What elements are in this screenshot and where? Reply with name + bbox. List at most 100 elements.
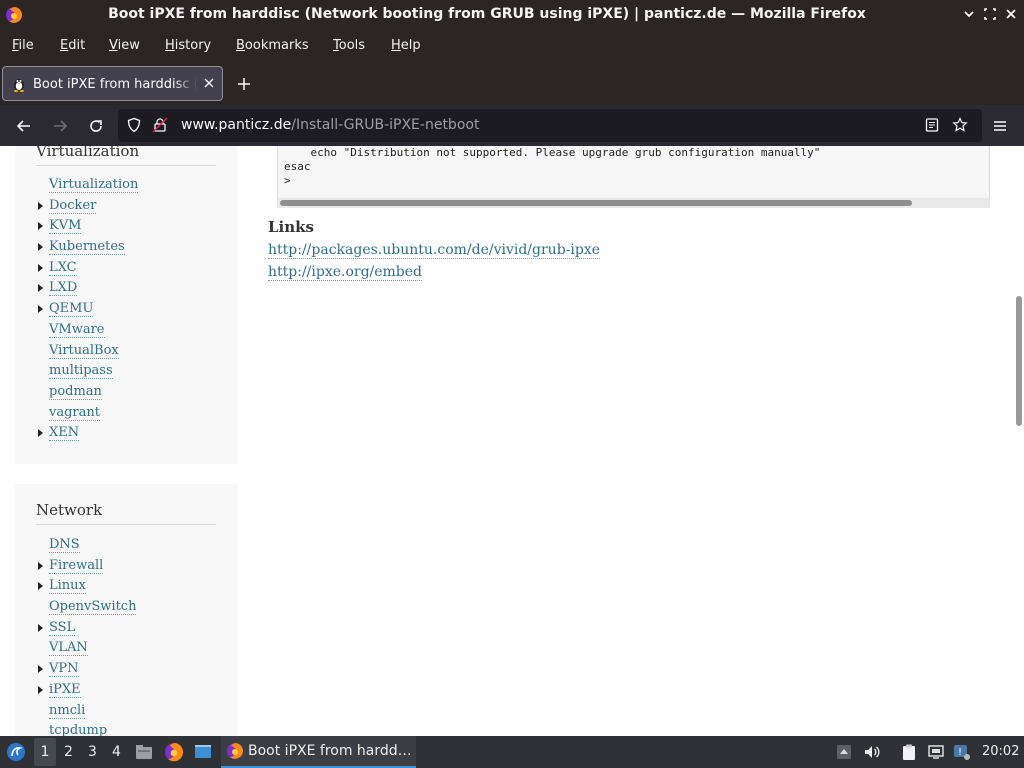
- workspace-4[interactable]: 4: [112, 744, 121, 760]
- sidebar-item-label[interactable]: Linux: [49, 578, 86, 595]
- expand-arrow-icon[interactable]: [38, 665, 43, 674]
- expand-arrow-icon[interactable]: [38, 222, 43, 231]
- reload-icon[interactable]: [87, 117, 105, 135]
- sidebar-item-label[interactable]: Kubernetes: [49, 239, 125, 256]
- sidebar-item-label[interactable]: LXD: [49, 280, 78, 297]
- network-icon[interactable]: [927, 743, 945, 761]
- tray-expand-icon[interactable]: [835, 743, 853, 761]
- sidebar-item-label[interactable]: DNS: [49, 537, 80, 553]
- sidebar-item-linux[interactable]: Linux: [15, 578, 238, 599]
- sidebar-item-label[interactable]: Docker: [49, 197, 97, 214]
- sidebar-item-label[interactable]: VPN: [49, 661, 79, 678]
- start-menu-icon[interactable]: [6, 742, 26, 762]
- expand-arrow-icon[interactable]: [38, 623, 43, 632]
- sidebar-item-firewall[interactable]: Firewall: [15, 557, 238, 579]
- bookmark-star-icon[interactable]: [952, 117, 968, 133]
- sidebar-item-nmcli[interactable]: nmcli: [15, 702, 238, 724]
- sidebar-item-label[interactable]: multipass: [49, 363, 113, 380]
- hamburger-menu-icon[interactable]: [991, 117, 1009, 135]
- menu-bookmarks[interactable]: Bookmarks: [236, 38, 309, 53]
- notification-icon[interactable]: !: [953, 743, 971, 761]
- window-titlebar[interactable]: Boot iPXE from harddisc (Network booting…: [0, 0, 1024, 30]
- sidebar-item-virtualization[interactable]: Virtualization: [15, 177, 238, 198]
- close-tab-icon[interactable]: [202, 76, 216, 90]
- code-horizontal-scrollbar[interactable]: [277, 198, 990, 208]
- expand-arrow-icon[interactable]: [38, 582, 43, 591]
- sidebar-item-label[interactable]: KVM: [49, 218, 82, 235]
- maximize-icon[interactable]: [983, 7, 997, 21]
- sidebar-item-label[interactable]: tcpdump: [49, 723, 108, 736]
- menu-view[interactable]: View: [109, 38, 140, 53]
- sidebar-item-qemu[interactable]: QEMU: [15, 301, 238, 322]
- taskbar-window-firefox[interactable]: Boot iPXE from hardd…: [221, 736, 416, 768]
- sidebar-item-docker[interactable]: Docker: [15, 197, 238, 219]
- sidebar-item-xen[interactable]: XEN: [15, 425, 238, 446]
- sidebar-item-virtualbox[interactable]: VirtualBox: [15, 342, 238, 364]
- sidebar-item-label[interactable]: VLAN: [49, 640, 88, 657]
- scrollbar-thumb[interactable]: [280, 200, 912, 206]
- expand-arrow-icon[interactable]: [38, 429, 43, 438]
- sidebar-item-label[interactable]: LXC: [49, 259, 77, 276]
- sidebar-item-lxd[interactable]: LXD: [15, 280, 238, 301]
- sidebar-item-label[interactable]: XEN: [49, 425, 80, 442]
- volume-icon[interactable]: [863, 743, 881, 761]
- sidebar-item-tcpdump[interactable]: tcpdump: [15, 723, 238, 736]
- expand-arrow-icon[interactable]: [38, 201, 43, 210]
- shield-icon[interactable]: [126, 117, 142, 133]
- sidebar-item-vmware[interactable]: VMware: [15, 321, 238, 343]
- address-bar[interactable]: www.panticz.de/Install-GRUB-iPXE-netboot: [118, 109, 982, 142]
- sidebar-item-vpn[interactable]: VPN: [15, 661, 238, 682]
- expand-arrow-icon[interactable]: [38, 263, 43, 272]
- page-content[interactable]: Virtualization Virtualization Docker KVM Ku…: [0, 146, 1024, 736]
- firefox-launcher-icon[interactable]: [164, 742, 184, 762]
- back-icon[interactable]: [15, 117, 33, 135]
- sidebar-item-multipass[interactable]: multipass: [15, 363, 238, 384]
- sidebar-item-label[interactable]: SSL: [49, 619, 76, 636]
- workspace-3[interactable]: 3: [88, 744, 97, 760]
- expand-arrow-icon[interactable]: [38, 305, 43, 314]
- reader-view-icon[interactable]: [924, 117, 940, 133]
- file-manager-icon[interactable]: [134, 742, 154, 762]
- sidebar-item-ipxe[interactable]: iPXE: [15, 681, 238, 703]
- workspace-2[interactable]: 2: [64, 744, 73, 760]
- menu-history[interactable]: History: [165, 38, 211, 53]
- sidebar-item-dns[interactable]: DNS: [15, 537, 238, 558]
- workspace-1[interactable]: 1: [34, 738, 56, 766]
- link-ipxe-embed[interactable]: http://ipxe.org/embed: [268, 264, 423, 281]
- sidebar-item-label[interactable]: VMware: [49, 321, 105, 338]
- tab-active[interactable]: Boot iPXE from harddisc (Network booting…: [2, 66, 223, 101]
- expand-arrow-icon[interactable]: [38, 243, 43, 252]
- sidebar-item-openvswitch[interactable]: OpenvSwitch: [15, 599, 238, 620]
- minimize-icon[interactable]: [962, 7, 976, 21]
- sidebar-item-vlan[interactable]: VLAN: [15, 640, 238, 661]
- menu-edit[interactable]: Edit: [60, 38, 85, 53]
- page-vertical-scrollbar[interactable]: [1016, 296, 1022, 426]
- sidebar-item-label[interactable]: Virtualization: [49, 177, 139, 193]
- clipboard-icon[interactable]: [900, 743, 918, 761]
- sidebar-item-vagrant[interactable]: vagrant: [15, 404, 238, 426]
- sidebar-item-label[interactable]: iPXE: [49, 681, 81, 698]
- sidebar-item-label[interactable]: vagrant: [49, 404, 100, 421]
- lock-icon[interactable]: [152, 117, 168, 133]
- show-desktop-icon[interactable]: [193, 742, 213, 762]
- link-grub-ipxe-package[interactable]: http://packages.ubuntu.com/de/vivid/grub…: [268, 242, 601, 259]
- sidebar-item-kubernetes[interactable]: Kubernetes: [15, 239, 238, 260]
- menu-help[interactable]: Help: [391, 38, 421, 53]
- sidebar-item-label[interactable]: podman: [49, 383, 102, 400]
- clock[interactable]: 20:02: [982, 744, 1019, 759]
- sidebar-item-label[interactable]: nmcli: [49, 702, 86, 719]
- new-tab-icon[interactable]: [236, 76, 252, 92]
- sidebar-item-label[interactable]: QEMU: [49, 301, 94, 318]
- sidebar-item-lxc[interactable]: LXC: [15, 259, 238, 281]
- sidebar-item-podman[interactable]: podman: [15, 383, 238, 405]
- expand-arrow-icon[interactable]: [38, 561, 43, 570]
- expand-arrow-icon[interactable]: [38, 685, 43, 694]
- sidebar-item-label[interactable]: VirtualBox: [49, 342, 119, 359]
- sidebar-item-ssl[interactable]: SSL: [15, 619, 238, 641]
- menu-tools[interactable]: Tools: [333, 38, 365, 53]
- sidebar-item-label[interactable]: Firewall: [49, 557, 104, 574]
- menu-file[interactable]: File: [12, 38, 34, 53]
- close-window-icon[interactable]: [1004, 7, 1018, 21]
- expand-arrow-icon[interactable]: [38, 284, 43, 293]
- forward-icon[interactable]: [51, 117, 69, 135]
